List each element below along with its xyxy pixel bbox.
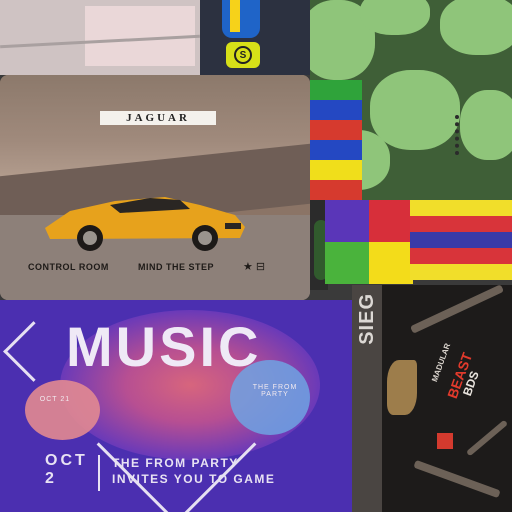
stripe <box>310 160 362 180</box>
color-blocks <box>325 200 413 285</box>
camo-blob <box>460 90 512 160</box>
music-poster: MUSIC OCT 21 THE FROM PARTY OCT 2 THE FR… <box>0 300 352 512</box>
dark-strip-tile: S <box>200 0 310 75</box>
rifle-shape <box>465 419 509 457</box>
small-text-right: THE FROM PARTY <box>252 384 298 398</box>
coin-icon: S <box>234 46 252 64</box>
rifle-shape <box>409 285 505 334</box>
divider <box>98 455 100 491</box>
yellow-bar <box>230 0 240 32</box>
jaguar-logo: JAGUAR <box>100 111 216 125</box>
stripe <box>310 180 362 200</box>
tagline-2: INVITES YOU TO GAME <box>112 472 276 486</box>
jaguar-poster: JAGUAR CONTROL ROOM MIND THE STEP ★ ⊟ <box>0 75 310 300</box>
chevron-left-icon <box>3 321 64 382</box>
stripe <box>310 100 362 120</box>
red-tag <box>437 433 453 449</box>
small-text-left: OCT 21 <box>39 396 71 403</box>
shirt-print-tile: SIEG MADULAR BEAST BDS <box>352 285 512 512</box>
date-day: 2 <box>45 470 54 487</box>
coin-badge: S <box>226 42 260 68</box>
lamp-shape <box>25 380 100 440</box>
block-purple <box>325 200 369 242</box>
rifle-shape <box>413 459 501 499</box>
blue-shape <box>222 0 260 38</box>
stripe <box>410 232 512 248</box>
horizontal-stripes <box>410 200 512 280</box>
gold-shape <box>387 360 417 415</box>
concrete-tile <box>0 0 200 75</box>
stripe <box>410 248 512 264</box>
stripe <box>310 120 362 140</box>
stripe <box>410 264 512 280</box>
camo-blob <box>370 70 460 150</box>
block-green <box>325 242 369 284</box>
block-yellow <box>369 242 413 284</box>
shirt-text-1: MADULAR <box>430 342 453 384</box>
color-stripes <box>310 80 362 200</box>
tagline-1: THE FROM PARTY <box>112 456 239 470</box>
camo-blob <box>440 0 512 55</box>
caption-control-room: CONTROL ROOM <box>28 262 109 272</box>
stripe <box>310 140 362 160</box>
star-icon: ★ ⊟ <box>243 261 266 273</box>
stripe <box>410 216 512 232</box>
camo-blob <box>360 0 430 35</box>
side-text: SIEG <box>356 293 378 345</box>
date-month: OCT <box>45 452 88 469</box>
button-line <box>455 115 463 155</box>
block-red <box>369 200 413 242</box>
car-illustration <box>45 197 245 251</box>
stripe <box>310 80 362 100</box>
stripe <box>410 200 512 216</box>
caption-mind-the-step: MIND THE STEP <box>138 262 215 272</box>
music-title: MUSIC <box>66 315 262 378</box>
